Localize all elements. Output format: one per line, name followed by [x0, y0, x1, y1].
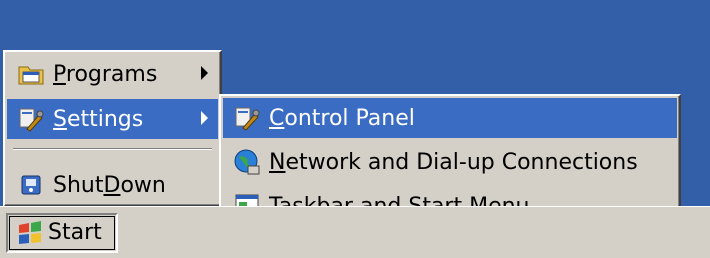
control-panel-icon [235, 107, 260, 131]
programs-label: Programs [53, 61, 158, 87]
settings-label: Settings [53, 106, 144, 132]
programs-folder-icon [18, 66, 44, 85]
submenu-item-network[interactable]: Network and Dial-up Connections [223, 142, 677, 182]
network-globe-icon [234, 149, 260, 175]
submenu-item-control-panel[interactable]: Control Panel [223, 98, 677, 138]
settings-icon [19, 108, 44, 132]
submenu-arrow-icon [201, 111, 208, 125]
control-panel-label: Control Panel [269, 105, 415, 131]
shutdown-icon [21, 175, 41, 195]
start-menu: Programs Settings ShutDown [3, 50, 222, 207]
menu-item-shutdown[interactable]: ShutDown [7, 165, 218, 205]
menu-item-programs[interactable]: Programs [7, 54, 218, 94]
menu-separator [13, 148, 212, 150]
start-label: Start [48, 220, 102, 245]
menu-item-settings[interactable]: Settings [7, 99, 218, 139]
network-label: Network and Dial-up Connections [269, 149, 638, 175]
windows-logo-icon [19, 221, 41, 244]
shutdown-label: ShutDown [53, 172, 166, 198]
submenu-arrow-icon [201, 66, 208, 80]
start-button[interactable]: Start [6, 213, 118, 253]
